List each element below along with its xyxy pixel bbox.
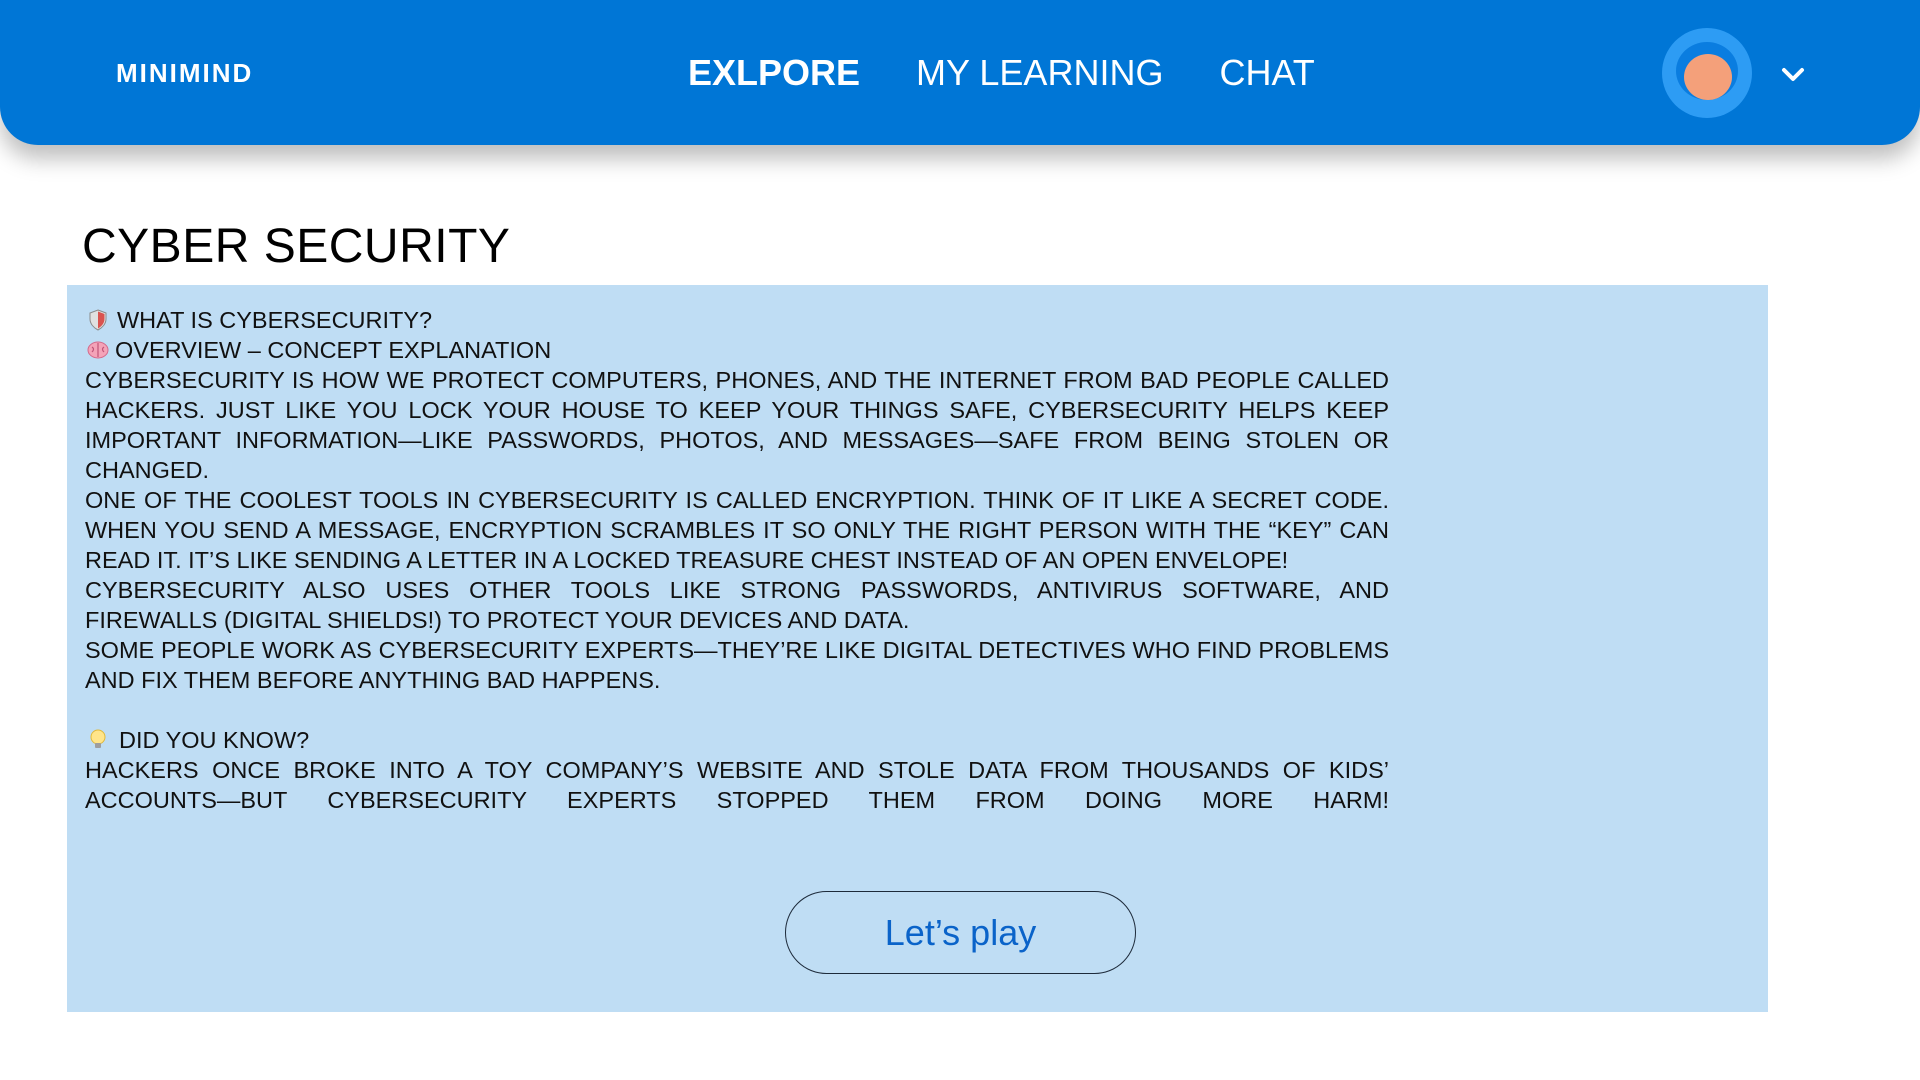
page-title: CYBER SECURITY [82, 220, 511, 273]
nav-explore[interactable]: EXLPORE [688, 50, 860, 96]
lets-play-button[interactable]: Let’s play [785, 891, 1136, 974]
shield-icon [89, 309, 107, 331]
what-is-heading: WHAT IS CYBERSECURITY? [85, 305, 1389, 335]
did-you-know-heading: DID YOU KNOW? [85, 725, 1389, 755]
did-you-know-title: DID YOU KNOW? [119, 727, 310, 753]
brand-logo[interactable]: MINIMIND [116, 58, 253, 88]
user-avatar[interactable] [1662, 28, 1752, 118]
what-is-text: WHAT IS CYBERSECURITY? [117, 307, 433, 333]
brain-icon [87, 341, 109, 359]
overview-text: OVERVIEW – CONCEPT EXPLANATION [115, 337, 552, 363]
top-navbar: MINIMIND EXLPORE MY LEARNING CHAT [0, 0, 1920, 145]
avatar-face [1684, 54, 1732, 100]
paragraph-4: SOME PEOPLE WORK AS CYBERSECURITY EXPERT… [85, 637, 1389, 693]
did-you-know-text: HACKERS ONCE BROKE INTO A TOY COMPANY’S … [85, 757, 1389, 813]
lightbulb-icon [90, 729, 106, 748]
paragraph-2: ONE OF THE COOLEST TOOLS IN CYBERSECURIT… [85, 487, 1389, 573]
nav-chat[interactable]: CHAT [1219, 50, 1314, 96]
chevron-down-icon[interactable] [1776, 58, 1810, 92]
overview-heading: OVERVIEW – CONCEPT EXPLANATION [85, 335, 1389, 365]
paragraph-1: CYBERSECURITY IS HOW WE PROTECT COMPUTER… [85, 367, 1389, 483]
main-nav: EXLPORE MY LEARNING CHAT [688, 50, 1315, 96]
lesson-content: WHAT IS CYBERSECURITY? OVERVIEW – CONCEP… [85, 305, 1389, 815]
lesson-panel: WHAT IS CYBERSECURITY? OVERVIEW – CONCEP… [67, 285, 1768, 1012]
nav-my-learning[interactable]: MY LEARNING [916, 50, 1163, 96]
paragraph-3: CYBERSECURITY ALSO USES OTHER TOOLS LIKE… [85, 577, 1389, 633]
